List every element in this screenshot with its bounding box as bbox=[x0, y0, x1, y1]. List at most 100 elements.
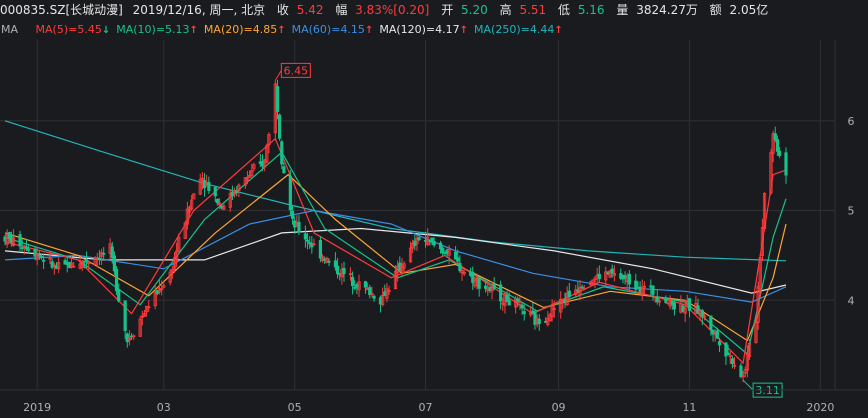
candle-body bbox=[651, 285, 655, 295]
ma-legend-item: MA(10)=5.13↑ bbox=[116, 20, 198, 41]
arrow-up-icon: ↑ bbox=[459, 25, 469, 36]
ma-legend-item: MA(250)=4.44↑ bbox=[474, 20, 563, 41]
candle-body bbox=[537, 318, 541, 324]
amount-label: 额 bbox=[709, 3, 722, 17]
candle-body bbox=[280, 141, 284, 165]
arrow-up-icon: ↑ bbox=[277, 25, 286, 36]
candle-body bbox=[363, 281, 368, 288]
candle-body bbox=[417, 237, 421, 241]
candle-body bbox=[432, 240, 436, 246]
x-tick-label: 07 bbox=[419, 401, 433, 414]
ma-legend-text: MA(20)=4.85 bbox=[203, 23, 278, 36]
candle-body bbox=[458, 262, 462, 272]
candle-body bbox=[327, 260, 331, 263]
quote-info-bar: 000835.SZ[长城动漫] 2019/12/16, 周一, 北京 收 5.4… bbox=[0, 0, 868, 20]
volume-label: 量 bbox=[616, 3, 629, 17]
candle-body bbox=[492, 283, 496, 289]
close-value: 5.42 bbox=[296, 3, 324, 17]
candle-body bbox=[726, 352, 730, 356]
candle-body bbox=[739, 365, 743, 378]
candle-body bbox=[215, 198, 220, 204]
x-tick-label: 11 bbox=[682, 401, 696, 414]
open-label: 开 bbox=[441, 3, 454, 17]
candle-body bbox=[353, 286, 357, 289]
y-tick-label: 4 bbox=[848, 294, 855, 307]
candle-body bbox=[672, 302, 677, 310]
candle-body bbox=[627, 273, 631, 285]
candle-body bbox=[207, 181, 211, 191]
candle-body bbox=[305, 239, 310, 242]
stock-code: 000835.SZ[长城动漫] bbox=[0, 3, 123, 17]
ma-legend-item: MA(5)=5.45↓ bbox=[36, 20, 111, 41]
candle-body bbox=[102, 252, 106, 255]
candle-body bbox=[275, 86, 280, 112]
candle-body bbox=[318, 239, 323, 259]
candle-body bbox=[730, 358, 734, 365]
x-tick-label: 03 bbox=[157, 401, 171, 414]
candle-body bbox=[610, 268, 614, 274]
low-label: 低 bbox=[557, 3, 570, 17]
candle-body bbox=[213, 186, 217, 197]
y-tick-label: 6 bbox=[848, 115, 855, 128]
candle-body bbox=[777, 150, 782, 156]
candle-body bbox=[567, 290, 571, 297]
x-tick-label: 09 bbox=[552, 401, 566, 414]
candle-body bbox=[335, 265, 340, 275]
arrow-up-icon: ↑ bbox=[554, 25, 563, 36]
candle-body bbox=[278, 114, 282, 139]
candlestick-chart[interactable]: 6.45 3.11 4 5 6 2019 03 05 07 09 11 2020 bbox=[0, 40, 868, 418]
candle-body bbox=[303, 233, 307, 240]
candle-body bbox=[477, 278, 481, 289]
candle-body bbox=[784, 152, 788, 176]
change-abs: [0.20] bbox=[393, 3, 430, 17]
x-tick-label: 2019 bbox=[23, 401, 51, 414]
candle-body bbox=[282, 166, 286, 174]
candle-body bbox=[37, 254, 41, 257]
close-label: 收 bbox=[276, 3, 289, 17]
ma-legend-text: MA(10)=5.13 bbox=[116, 23, 190, 36]
ma-legend-label: MA bbox=[1, 23, 19, 36]
candle-body bbox=[522, 311, 526, 315]
candle-body bbox=[717, 341, 722, 346]
candle-body bbox=[112, 255, 117, 272]
candle-body bbox=[715, 330, 719, 339]
candle-body bbox=[297, 221, 301, 233]
ma-legend-text: MA(250)=4.44 bbox=[474, 23, 555, 36]
high-marker-label: 6.45 bbox=[284, 64, 309, 77]
candle-body bbox=[117, 289, 121, 302]
ma-legend-text: MA(5)=5.45 bbox=[35, 23, 102, 36]
volume-value: 3824.27万 bbox=[636, 3, 698, 17]
candle-body bbox=[97, 257, 102, 260]
ma-legend-text: MA(120)=4.17 bbox=[379, 23, 460, 36]
candle-body bbox=[499, 284, 503, 302]
ma-legend: MA MA(5)=5.45↓ MA(10)=5.13↑ MA(20)=4.85↑ MA… bbox=[0, 20, 868, 40]
candle-body bbox=[773, 133, 777, 140]
change-label: 幅 bbox=[335, 3, 348, 17]
candle-body bbox=[342, 268, 346, 275]
candle-body bbox=[350, 276, 355, 287]
arrow-up-icon: ↑ bbox=[189, 25, 198, 36]
candle-body bbox=[123, 300, 127, 332]
quote-date: 2019/12/16, 周一, 北京 bbox=[132, 3, 266, 17]
candle-body bbox=[456, 257, 460, 262]
x-tick-label: 2020 bbox=[806, 401, 834, 414]
x-tick-label: 05 bbox=[288, 401, 302, 414]
candle-body bbox=[39, 255, 44, 258]
candle-body bbox=[775, 139, 780, 152]
y-tick-label: 5 bbox=[848, 205, 855, 218]
candle-body bbox=[438, 242, 443, 250]
arrow-down-icon: ↓ bbox=[101, 25, 111, 36]
change-pct: 3.83% bbox=[355, 3, 394, 17]
candle-body bbox=[597, 273, 601, 280]
chart-background bbox=[0, 40, 868, 418]
candle-body bbox=[290, 210, 295, 219]
ma-legend-item: MA(20)=4.85↑ bbox=[204, 20, 286, 41]
candle-body bbox=[27, 248, 31, 251]
candle-body bbox=[288, 175, 292, 211]
high-value: 5.51 bbox=[519, 3, 547, 17]
candle-body bbox=[114, 268, 119, 292]
candle-body bbox=[372, 295, 376, 299]
ma-legend-text: MA(60)=4.15 bbox=[291, 23, 365, 36]
ma-legend-items: MA(5)=5.45↓ MA(10)=5.13↑ MA(20)=4.85↑ MA(60… bbox=[36, 23, 569, 36]
ma-legend-item: MA(120)=4.17↑ bbox=[379, 20, 468, 41]
